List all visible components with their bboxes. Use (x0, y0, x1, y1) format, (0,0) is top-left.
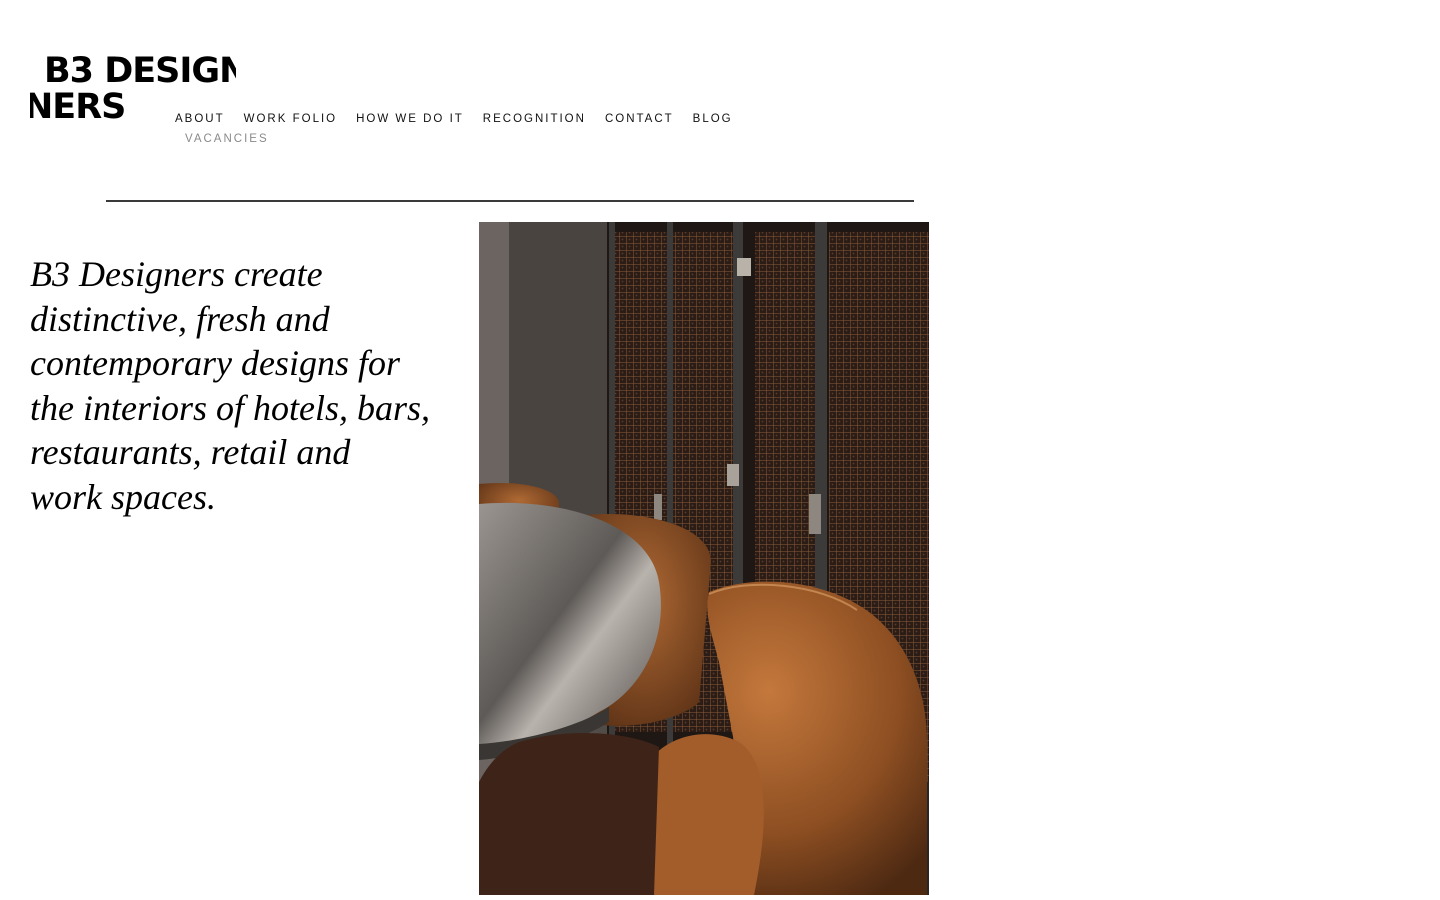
nav-item-about[interactable]: ABOUT (175, 113, 225, 125)
nav-item-how-we-do-it[interactable]: HOW WE DO IT (356, 113, 464, 125)
nav-item-work-folio[interactable]: WORK FOLIO (244, 113, 337, 125)
header-divider (106, 200, 914, 202)
nav-item-vacancies[interactable]: VACANCIES (185, 133, 269, 145)
hero-tagline: B3 Designers create distinctive, fresh a… (30, 254, 431, 517)
logo-line-1: B3 DESIGN (44, 52, 236, 91)
hero-photo (479, 222, 929, 895)
main-nav: ABOUT WORK FOLIO HOW WE DO IT RECOGNITIO… (175, 113, 752, 125)
logo-line-2: NERS (30, 87, 126, 127)
nav-item-blog[interactable]: BLOG (693, 113, 733, 125)
page: B3 DESIGN NERS ABOUT WORK FOLIO HOW WE D… (0, 0, 1440, 900)
nav-item-contact[interactable]: CONTACT (605, 113, 674, 125)
nav-item-recognition[interactable]: RECOGNITION (483, 113, 586, 125)
